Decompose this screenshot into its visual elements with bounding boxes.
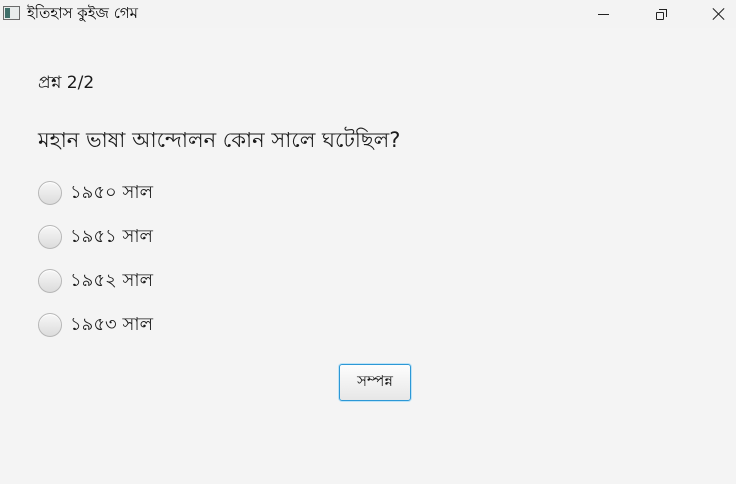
- radio-button[interactable]: [38, 269, 62, 293]
- minimize-icon: [597, 13, 609, 15]
- radio-button[interactable]: [38, 225, 62, 249]
- option-1950[interactable]: ১৯৫০ সাল: [38, 180, 153, 206]
- close-icon: [712, 7, 726, 21]
- app-window-icon: [3, 6, 20, 20]
- maximize-icon: [655, 8, 667, 20]
- option-label: ১৯৫৩ সাল: [70, 314, 153, 335]
- option-1952[interactable]: ১৯৫২ সাল: [38, 268, 153, 294]
- question-text: মহান ভাষা আন্দোলন কোন সালে ঘটেছিল?: [38, 128, 401, 152]
- question-progress: প্রশ্ন 2/2: [38, 73, 95, 93]
- minimize-button[interactable]: [580, 0, 626, 28]
- maximize-button[interactable]: [638, 0, 684, 28]
- quiz-panel: প্রশ্ন 2/2 মহান ভাষা আন্দোলন কোন সালে ঘট…: [0, 28, 736, 484]
- option-label: ১৯৫১ সাল: [70, 226, 153, 247]
- radio-button[interactable]: [38, 313, 62, 337]
- option-1953[interactable]: ১৯৫৩ সাল: [38, 312, 153, 338]
- option-label: ১৯৫২ সাল: [70, 270, 153, 291]
- title-bar[interactable]: ইতিহাস কুইজ গেম: [0, 0, 736, 28]
- done-button[interactable]: সম্পন্ন: [339, 364, 411, 401]
- app-window: ইতিহাস কুইজ গেম প্রশ্ন 2/2 মহান ভাষা আন্…: [0, 0, 736, 484]
- app-icon-bar: [5, 8, 10, 18]
- window-title: ইতিহাস কুইজ গেম: [27, 4, 138, 22]
- option-1951[interactable]: ১৯৫১ সাল: [38, 224, 153, 250]
- option-label: ১৯৫০ সাল: [70, 182, 153, 203]
- close-button[interactable]: [696, 0, 736, 28]
- radio-button[interactable]: [38, 181, 62, 205]
